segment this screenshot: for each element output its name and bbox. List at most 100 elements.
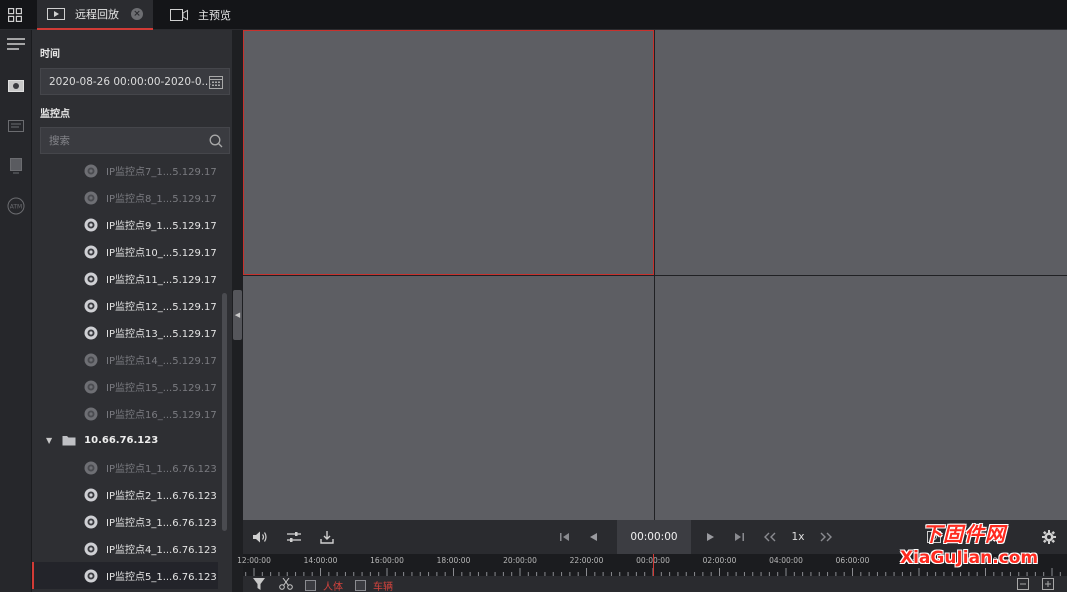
- video-pane-1[interactable]: [243, 30, 654, 275]
- tree-camera-label: IP监控点16_...5.129.17: [106, 410, 217, 421]
- timeline-label: 20:00:00: [503, 556, 537, 565]
- tab-main-preview[interactable]: 主预览: [160, 0, 260, 30]
- timeline-label: 08:00:00: [902, 556, 936, 565]
- tab-label: 主预览: [198, 9, 231, 22]
- search-input[interactable]: [49, 134, 199, 147]
- filter-icon[interactable]: [253, 578, 265, 590]
- adjust-icon[interactable]: [283, 520, 305, 554]
- volume-icon[interactable]: [249, 520, 271, 554]
- ip-camera-icon: [84, 542, 98, 556]
- tree-camera-item[interactable]: IP监控点11_...5.129.17: [32, 265, 222, 292]
- ip-camera-icon: [84, 164, 98, 178]
- tree-camera-item[interactable]: IP监控点9_1...5.129.17: [32, 211, 222, 238]
- tree-camera-item[interactable]: IP监控点1_1...6.76.123: [32, 454, 222, 481]
- checkbox[interactable]: [355, 580, 366, 591]
- zoom-in-icon[interactable]: [1042, 578, 1054, 590]
- sidebar-rail: ATM: [0, 30, 32, 592]
- tree-camera-item[interactable]: IP监控点7_1...5.129.17: [32, 157, 222, 184]
- timeline-label: 02:00:00: [702, 556, 737, 565]
- tree-camera-item[interactable]: IP监控点3_1...6.76.123: [32, 508, 222, 535]
- event-list-icon[interactable]: [0, 112, 32, 140]
- clip-icon[interactable]: [279, 578, 293, 590]
- timeline-label: 16:00:00: [370, 556, 404, 565]
- camera-icon: [170, 9, 188, 21]
- timeline-cursor[interactable]: [653, 554, 654, 576]
- ip-camera-icon: [84, 191, 98, 205]
- vehicle-filter-checkbox[interactable]: 车辆: [355, 578, 393, 592]
- tree-camera-item[interactable]: IP监控点12_...5.129.17: [32, 292, 222, 319]
- tree-camera-item[interactable]: IP监控点2_1...6.76.123: [32, 481, 222, 508]
- tree-camera-label: IP监控点3_1...6.76.123: [106, 518, 217, 529]
- zoom-out-icon[interactable]: [1017, 578, 1029, 590]
- tree-group-label: 10.66.76.123: [84, 435, 159, 446]
- tree-camera-item[interactable]: IP监控点15_...5.129.17: [32, 373, 222, 400]
- tree-camera-label: IP监控点11_...5.129.17: [106, 275, 217, 286]
- tree-scrollbar[interactable]: [222, 293, 227, 531]
- reverse-icon[interactable]: [583, 520, 603, 554]
- collapse-panel-handle[interactable]: ◀: [233, 290, 242, 340]
- tab-label: 远程回放: [75, 8, 119, 21]
- video-pane-2[interactable]: [655, 30, 1067, 275]
- left-panel: 时间 2020-08-26 00:00:00-2020-0... 监控点 IP监…: [32, 30, 232, 592]
- tree-camera-label: IP监控点4_1...6.76.123: [106, 545, 217, 556]
- tree-camera-label: IP监控点2_1...6.76.123: [106, 491, 217, 502]
- tree-camera-item[interactable]: IP监控点16_...5.129.17: [32, 400, 222, 427]
- timeline-label: 12:00:00: [237, 556, 271, 565]
- ip-camera-icon: [84, 218, 98, 232]
- menu-icon[interactable]: [0, 30, 32, 58]
- human-filter-checkbox[interactable]: 人体: [305, 578, 343, 592]
- title-bar: 远程回放 × 主预览: [0, 0, 1067, 30]
- tree-camera-item[interactable]: IP监控点14_...5.129.17: [32, 346, 222, 373]
- video-pane-3[interactable]: [243, 276, 654, 520]
- settings-gear-icon[interactable]: [1038, 520, 1060, 554]
- ip-camera-icon: [84, 299, 98, 313]
- time-range-field[interactable]: 2020-08-26 00:00:00-2020-0...: [40, 68, 230, 95]
- speed-up-icon[interactable]: [815, 520, 837, 554]
- filter-bar: 人体 车辆: [243, 576, 1067, 592]
- tab-remote-playback[interactable]: 远程回放 ×: [37, 0, 153, 30]
- prev-frame-icon[interactable]: [555, 520, 575, 554]
- tree-camera-label: IP监控点1_1...6.76.123: [106, 464, 217, 475]
- play-icon[interactable]: [701, 520, 721, 554]
- search-icon[interactable]: [209, 134, 223, 151]
- tree-camera-label: IP监控点5_1...6.76.123: [106, 572, 217, 583]
- calendar-icon[interactable]: [209, 75, 223, 92]
- human-filter-label: 人体: [323, 582, 343, 592]
- tree-camera-label: IP监控点12_...5.129.17: [106, 302, 217, 313]
- timeline-label: 04:00:00: [769, 556, 803, 565]
- tree-camera-item[interactable]: IP监控点5_1...6.76.123: [32, 562, 218, 589]
- timeline[interactable]: 12:00:00 14:00:00 16:00:00 18:00:00 20:00:00…: [237, 554, 1067, 576]
- search-box: [40, 127, 230, 154]
- tree-camera-item[interactable]: IP监控点8_1...5.129.17: [32, 184, 222, 211]
- close-tab-icon[interactable]: ×: [131, 8, 143, 20]
- ip-camera-icon: [84, 569, 98, 583]
- playback-mode-icon[interactable]: [0, 72, 32, 100]
- capture-icon[interactable]: [923, 520, 945, 554]
- slow-down-icon[interactable]: [759, 520, 781, 554]
- timeline-label: 22:00:00: [569, 556, 604, 565]
- tree-camera-item[interactable]: IP监控点4_1...6.76.123: [32, 535, 222, 562]
- atm-icon[interactable]: ATM: [0, 192, 32, 220]
- ip-camera-icon: [84, 380, 98, 394]
- expand-caret-icon[interactable]: ▼: [46, 436, 52, 445]
- timeline-ticks: [245, 568, 1061, 576]
- download-icon[interactable]: [316, 520, 338, 554]
- checkbox[interactable]: [305, 580, 316, 591]
- tree-camera-label: IP监控点15_...5.129.17: [106, 383, 217, 394]
- tree-camera-item[interactable]: IP监控点13_...5.129.17: [32, 319, 222, 346]
- tree-group-node[interactable]: ▼ 10.66.76.123: [32, 427, 222, 454]
- app-grid-icon[interactable]: [0, 0, 30, 30]
- tree-camera-label: IP监控点9_1...5.129.17: [106, 221, 217, 232]
- playback-icon: [47, 8, 65, 20]
- timeline-label: 14:00:00: [303, 556, 338, 565]
- timeline-label: 10:00:00: [968, 556, 1003, 565]
- device-icon[interactable]: [0, 152, 32, 180]
- playback-time: 00:00:00: [617, 520, 691, 554]
- tree-camera-label: IP监控点13_...5.129.17: [106, 329, 217, 340]
- next-frame-icon[interactable]: [729, 520, 749, 554]
- ip-camera-icon: [84, 326, 98, 340]
- video-pane-4[interactable]: [655, 276, 1067, 520]
- tree-camera-item[interactable]: IP监控点10_...5.129.17: [32, 238, 222, 265]
- playback-controls: 00:00:00 1x: [243, 520, 1067, 554]
- time-range-value: 2020-08-26 00:00:00-2020-0...: [49, 75, 212, 88]
